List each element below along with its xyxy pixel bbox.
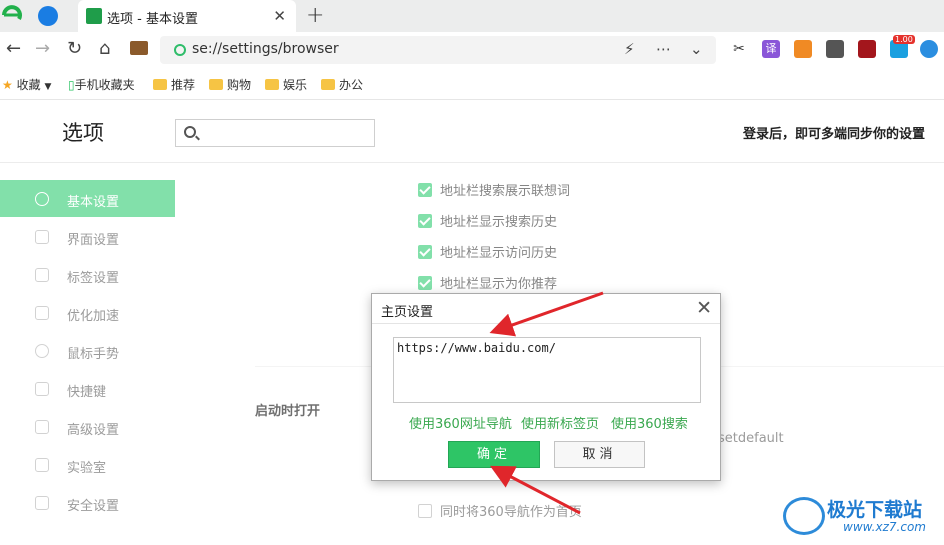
bookmarks-bar: ★ 收藏 ▼ ▯手机收藏夹 推荐 购物 娱乐 办公 [0,68,944,100]
active-tab[interactable]: 选项 - 基本设置 ✕ [78,0,296,32]
sync-hint[interactable]: 登录后，即可多端同步你的设置 [743,123,925,142]
scissors-icon[interactable]: ✂ [730,40,748,58]
caret-down-icon: ▼ [44,82,52,92]
new-tab-button[interactable]: + [306,3,324,28]
settings-favicon-icon [86,8,102,24]
homepage-url-input[interactable]: https://www.baidu.com/ [393,337,701,403]
dialog-divider [372,323,720,324]
search-input[interactable] [202,123,367,143]
watermark-title: 极光下载站 [827,499,923,521]
search-icon [184,126,196,138]
watermark: 极光下载站 www.xz7.com [783,493,943,543]
close-icon[interactable]: ✕ [696,297,712,319]
reader-icon[interactable] [826,40,844,58]
star-icon: ★ [2,78,13,92]
watermark-logo-icon [783,497,825,535]
game-icon[interactable] [794,40,812,58]
bookmark-recommend[interactable]: 推荐 [153,76,195,93]
browser-logo-icon [2,5,22,20]
settings-header: 选项 登录后，即可多端同步你的设置 [0,101,944,163]
folder-icon [265,79,279,90]
phone-icon: ▯ [68,78,75,92]
ublock-icon[interactable] [858,40,876,58]
use-360-search-link[interactable]: 使用360搜索 [611,413,688,432]
folder-icon [153,79,167,90]
ie-icon[interactable] [920,40,938,58]
chevron-down-icon[interactable]: ⌄ [690,40,703,58]
more-icon[interactable]: ⋯ [656,40,671,58]
use-new-tab-link[interactable]: 使用新标签页 [521,413,599,432]
folder-icon [209,79,223,90]
use-360-nav-link[interactable]: 使用360网址导航 [409,413,512,432]
address-url: se://settings/browser [192,41,339,57]
briefcase-icon[interactable] [130,41,148,55]
bookmark-office[interactable]: 办公 [321,76,363,93]
reload-icon[interactable]: ↻ [67,38,82,59]
bookmark-mobile[interactable]: ▯手机收藏夹 [68,76,135,93]
secure-icon [174,44,186,56]
lightning-icon[interactable]: ⚡ [624,40,635,58]
bookmark-entertainment[interactable]: 娱乐 [265,76,307,93]
badge-count: 1.00 [893,35,915,44]
tab-close-icon[interactable]: ✕ [273,7,286,25]
cancel-button[interactable]: 取消 [554,441,645,468]
tab-bar: 选项 - 基本设置 ✕ + [0,0,944,32]
dialog-title: 主页设置 [381,305,434,320]
settings-search[interactable] [175,119,375,147]
watermark-url: www.xz7.com [843,520,926,534]
bookmark-favorites[interactable]: ★ 收藏 ▼ [2,76,51,93]
address-bar[interactable]: se://settings/browser ⚡ ⋯ ⌄ [160,36,716,64]
ok-button[interactable]: 确定 [448,441,540,468]
navigation-toolbar: ← → ↻ ⌂ se://settings/browser ⚡ ⋯ ⌄ ✂ 译 … [0,32,944,68]
forward-icon[interactable]: → [35,38,50,59]
bookmark-shopping[interactable]: 购物 [209,76,251,93]
pinned-tab-icon[interactable] [38,6,58,26]
home-icon[interactable]: ⌂ [99,38,110,59]
back-icon[interactable]: ← [6,38,21,59]
homepage-dialog: 主页设置 ✕ https://www.baidu.com/ 使用360网址导航 … [371,293,721,481]
page-title: 选项 [62,121,104,145]
folder-icon [321,79,335,90]
tab-title: 选项 - 基本设置 [107,12,198,27]
translate-icon[interactable]: 译 [762,40,780,58]
